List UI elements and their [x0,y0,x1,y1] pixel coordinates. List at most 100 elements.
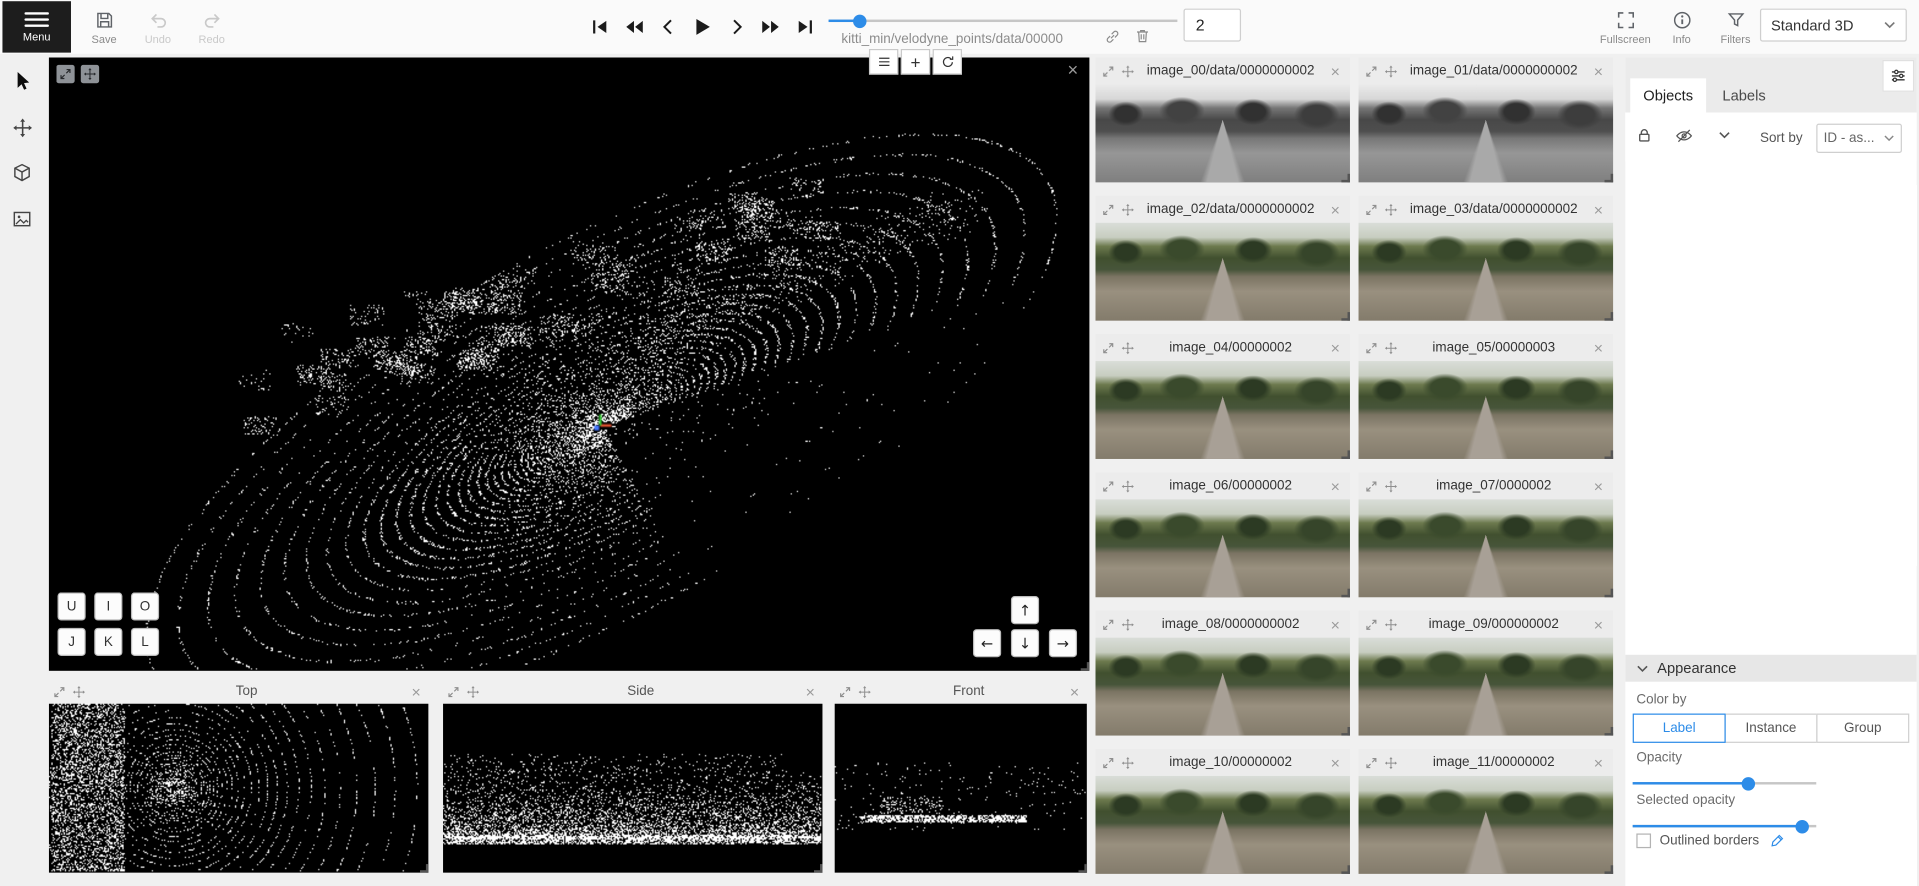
front-view-canvas[interactable] [835,704,1087,873]
image-tool-button[interactable] [5,202,39,236]
slider-handle[interactable] [1742,777,1755,790]
move-button[interactable] [1384,64,1397,77]
color-by-group-option[interactable]: Group [1816,714,1909,743]
close-button[interactable]: × [1590,478,1607,494]
expand-button[interactable] [447,685,460,698]
move-button[interactable] [1384,617,1397,630]
hotkey-k-button[interactable]: K [94,628,122,656]
previous-frame-button[interactable] [652,9,683,44]
frame-input[interactable] [1184,9,1242,42]
pan-down-button[interactable]: ↓ [1011,629,1039,657]
move-button[interactable] [1121,479,1134,492]
resize-handle[interactable] [1605,727,1614,736]
expand-button[interactable] [1102,203,1115,216]
resize-handle[interactable] [1341,312,1350,321]
hide-all-button[interactable] [1674,126,1694,146]
close-button[interactable]: × [1590,616,1607,632]
resize-handle[interactable] [420,864,429,873]
resize-handle[interactable] [1081,662,1090,671]
filters-button[interactable]: Filters [1709,4,1763,52]
move-button[interactable] [1121,64,1134,77]
close-button[interactable]: × [1327,201,1344,217]
close-button[interactable]: × [1068,61,1079,79]
expand-button[interactable] [56,65,74,83]
close-button[interactable]: × [1327,340,1344,356]
context-menu-button[interactable] [869,49,898,75]
cuboid-tool-button[interactable] [5,155,39,189]
expand-button[interactable] [1365,64,1378,77]
hotkey-l-button[interactable]: L [131,628,159,656]
resize-handle[interactable] [1341,865,1350,874]
close-button[interactable]: × [1327,63,1344,79]
color-by-instance-option[interactable]: Instance [1724,714,1817,743]
expand-button[interactable] [1102,341,1115,354]
resize-handle[interactable] [1341,589,1350,598]
camera-image[interactable] [1095,776,1350,874]
hotkey-j-button[interactable]: J [58,628,86,656]
info-button[interactable]: Info [1655,4,1709,52]
panel-toggle-button[interactable] [1882,60,1914,92]
close-button[interactable]: × [408,684,425,700]
camera-image[interactable] [1095,638,1350,736]
next-frame-button[interactable] [721,9,752,44]
resize-handle[interactable] [1605,174,1614,183]
top-view-canvas[interactable] [49,704,428,873]
expand-button[interactable] [1102,617,1115,630]
expand-button[interactable] [1102,756,1115,769]
timeline-slider[interactable] [829,12,1178,29]
skip-first-button[interactable] [584,9,615,44]
camera-image[interactable] [1095,361,1350,459]
slider-handle[interactable] [853,14,866,27]
delete-button[interactable] [1133,27,1151,45]
expand-button[interactable] [53,685,66,698]
add-button[interactable]: + [901,49,930,75]
move-button[interactable] [1121,203,1134,216]
view-mode-select[interactable]: Standard 3D [1760,9,1907,42]
rewind-button[interactable] [618,9,649,44]
move-button[interactable] [1121,617,1134,630]
pan-up-button[interactable]: ↑ [1011,596,1039,624]
close-button[interactable]: × [802,684,819,700]
camera-image[interactable] [1359,223,1614,321]
close-button[interactable]: × [1590,755,1607,771]
expand-list-button[interactable] [1718,131,1730,140]
expand-button[interactable] [1365,617,1378,630]
appearance-header[interactable]: Appearance [1625,655,1916,682]
pointcloud-canvas[interactable] [49,58,1089,671]
move-button[interactable] [1384,341,1397,354]
pan-right-button[interactable]: → [1049,629,1077,657]
fast-forward-button[interactable] [755,9,786,44]
hotkey-i-button[interactable]: I [94,592,122,620]
close-button[interactable]: × [1590,63,1607,79]
move-button[interactable] [81,65,99,83]
resize-handle[interactable] [1605,450,1614,459]
redo-button[interactable]: Redo [185,4,239,52]
undo-button[interactable]: Undo [131,4,185,52]
move-button[interactable] [466,685,479,698]
camera-image[interactable] [1095,84,1350,182]
camera-image[interactable] [1359,776,1614,874]
menu-button[interactable]: Menu [2,1,71,52]
move-button[interactable] [72,685,85,698]
lock-button[interactable] [1635,126,1653,144]
expand-button[interactable] [1102,479,1115,492]
sort-select[interactable]: ID - as... [1816,124,1902,153]
resize-handle[interactable] [1605,312,1614,321]
hotkey-o-button[interactable]: O [131,592,159,620]
close-button[interactable]: × [1327,616,1344,632]
close-button[interactable]: × [1590,340,1607,356]
resize-handle[interactable] [1605,865,1614,874]
expand-button[interactable] [1102,64,1115,77]
select-tool-button[interactable] [5,64,39,98]
expand-button[interactable] [1365,341,1378,354]
slider-handle[interactable] [1795,819,1808,832]
move-button[interactable] [1384,756,1397,769]
save-button[interactable]: Save [77,4,131,52]
expand-button[interactable] [1365,479,1378,492]
hotkey-u-button[interactable]: U [58,592,86,620]
play-button[interactable] [687,9,718,44]
camera-image[interactable] [1359,499,1614,597]
move-button[interactable] [1121,341,1134,354]
camera-image[interactable] [1095,223,1350,321]
reset-view-button[interactable] [933,49,962,75]
